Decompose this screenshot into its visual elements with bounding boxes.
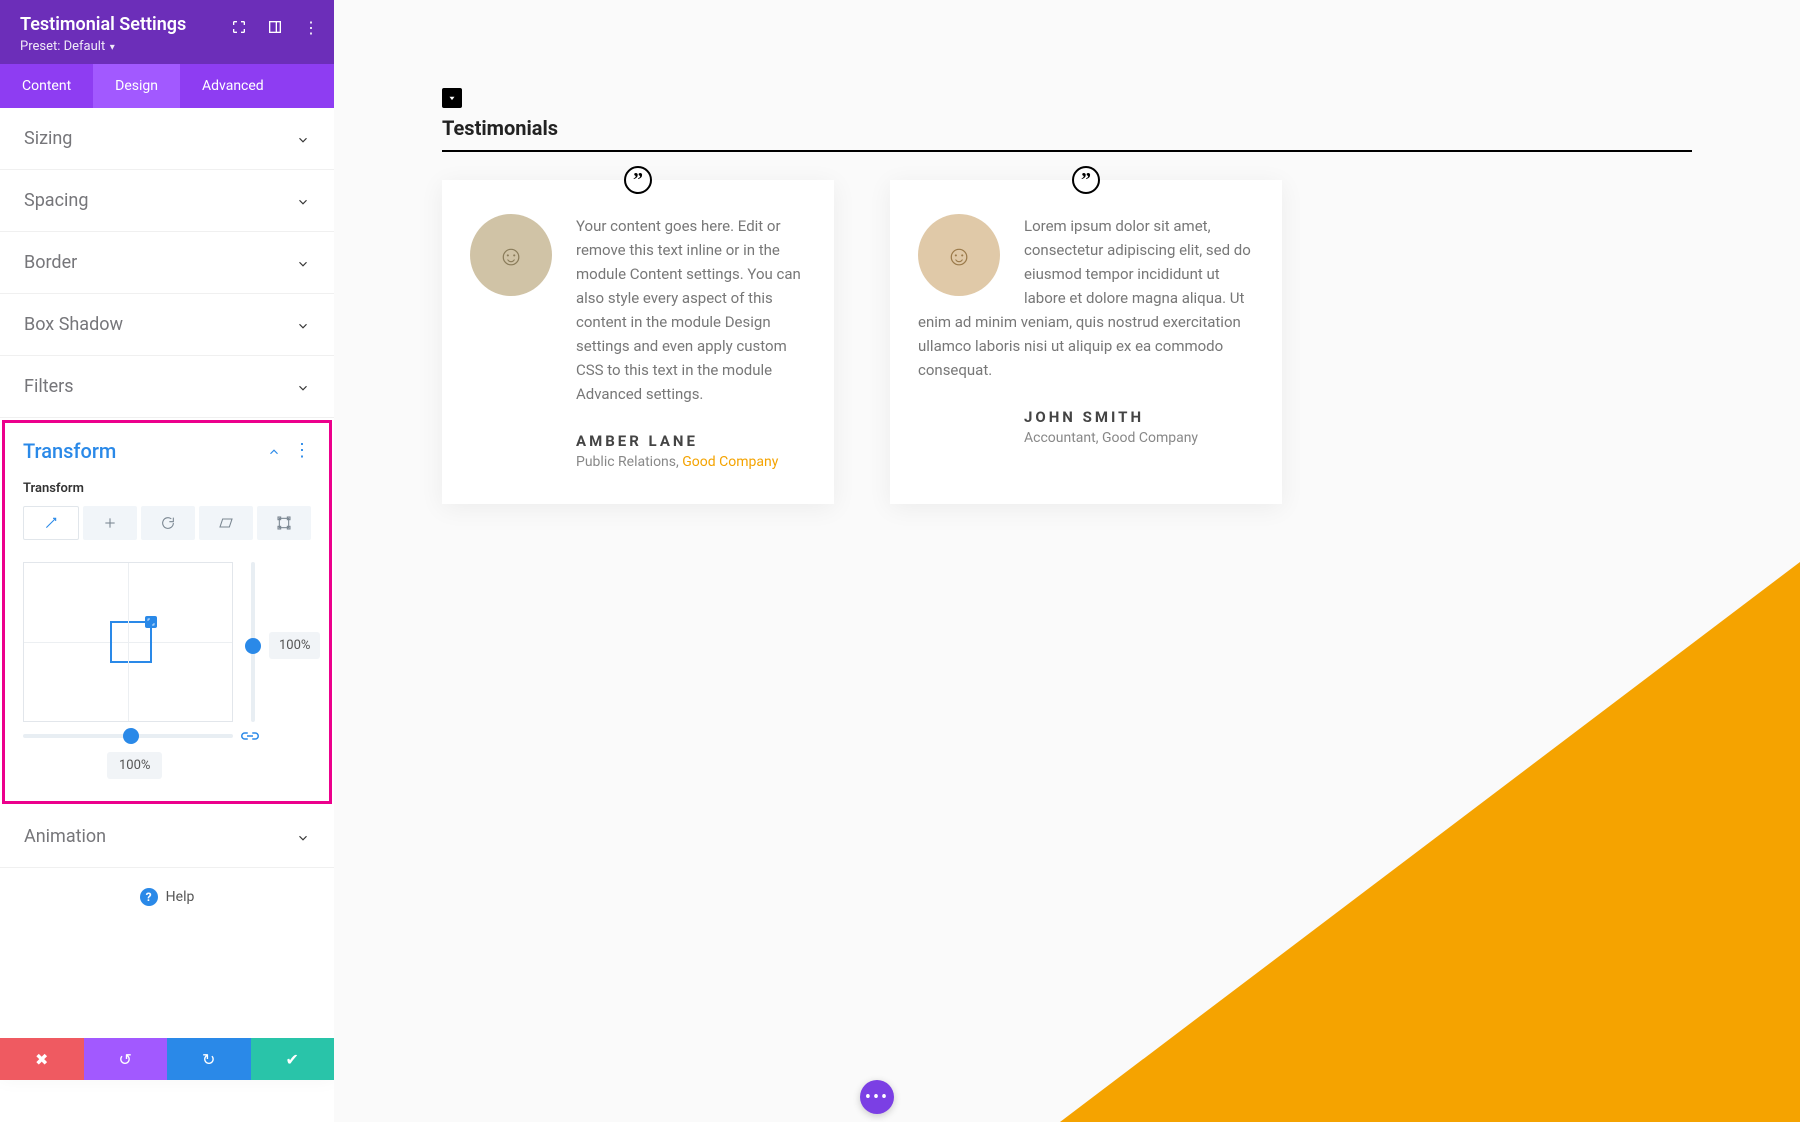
transform-sub-label: Transform <box>23 481 311 496</box>
transform-grid[interactable] <box>23 562 233 722</box>
preset-selector[interactable]: Preset: Default ▾ <box>20 39 314 54</box>
testimonial-name: AMBER LANE <box>576 432 806 450</box>
vertical-scale-slider[interactable]: 100% <box>243 562 263 722</box>
transform-header[interactable]: Transform ⋮ <box>23 439 311 463</box>
transform-box[interactable] <box>110 621 152 663</box>
design-sections: Sizing Spacing Border Box Shadow Filters… <box>0 108 334 1080</box>
transform-translate-tab[interactable] <box>83 506 137 540</box>
horizontal-scale-slider[interactable] <box>23 726 233 746</box>
module-actions-fab[interactable]: ••• <box>860 1080 894 1114</box>
section-transform: Transform ⋮ Transform <box>2 420 332 804</box>
undo-button[interactable]: ↺ <box>84 1038 168 1080</box>
caret-down-icon: ▾ <box>107 42 115 53</box>
section-box-shadow[interactable]: Box Shadow <box>0 294 334 356</box>
transform-tool-tabs <box>23 506 311 540</box>
transform-skew-tab[interactable] <box>199 506 253 540</box>
panel-footer: ✖ ↺ ↻ ✔ <box>0 1038 334 1080</box>
title-underline <box>442 150 1692 152</box>
transform-origin-tab[interactable] <box>257 506 311 540</box>
company-text: Good Company <box>1102 430 1198 446</box>
transform-scale-tab[interactable] <box>23 506 79 540</box>
quote-icon: ” <box>1072 166 1100 194</box>
avatar: ☺ <box>470 214 552 296</box>
chevron-up-icon[interactable] <box>267 444 281 458</box>
testimonial-name: JOHN SMITH <box>1024 408 1254 426</box>
chevron-down-icon <box>296 132 310 146</box>
transform-rotate-tab[interactable] <box>141 506 195 540</box>
testimonial-role: Accountant, Good Company <box>1024 430 1254 446</box>
horizontal-scale-value: 100% <box>107 752 162 779</box>
chevron-down-icon <box>296 318 310 332</box>
section-animation[interactable]: Animation <box>0 806 334 868</box>
vertical-scale-value: 100% <box>269 632 320 659</box>
slider-thumb[interactable] <box>123 728 139 744</box>
chevron-down-icon <box>296 194 310 208</box>
dock-icon[interactable] <box>266 18 284 36</box>
chevron-down-icon <box>296 380 310 394</box>
testimonial-card[interactable]: ” ☺ Lorem ipsum dolor sit amet, consecte… <box>890 180 1282 504</box>
save-button[interactable]: ✔ <box>251 1038 335 1080</box>
link-axes-icon[interactable] <box>241 727 259 746</box>
help-icon: ? <box>140 888 158 906</box>
section-filters[interactable]: Filters <box>0 356 334 418</box>
chevron-down-icon <box>296 256 310 270</box>
section-sizing[interactable]: Sizing <box>0 108 334 170</box>
more-icon[interactable]: ⋮ <box>302 18 320 36</box>
tab-design[interactable]: Design <box>93 64 180 108</box>
testimonial-cards: ” ☺ Your content goes here. Edit or remo… <box>442 180 1282 504</box>
cancel-button[interactable]: ✖ <box>0 1038 84 1080</box>
section-spacing[interactable]: Spacing <box>0 170 334 232</box>
testimonial-text: Your content goes here. Edit or remove t… <box>576 214 806 406</box>
quote-icon: ” <box>624 166 652 194</box>
chevron-down-icon <box>296 830 310 844</box>
settings-tabs: Content Design Advanced <box>0 64 334 108</box>
avatar: ☺ <box>918 214 1000 296</box>
company-link[interactable]: Good Company <box>682 454 778 470</box>
testimonial-card[interactable]: ” ☺ Your content goes here. Edit or remo… <box>442 180 834 504</box>
more-icon[interactable]: ⋮ <box>293 442 311 460</box>
settings-panel: Testimonial Settings Preset: Default ▾ ⋮… <box>0 0 334 1080</box>
redo-button[interactable]: ↻ <box>167 1038 251 1080</box>
collapse-toggle[interactable] <box>442 88 462 108</box>
resize-handle-icon[interactable] <box>145 616 157 628</box>
section-header: Testimonials <box>442 88 1692 152</box>
tab-content[interactable]: Content <box>0 64 93 108</box>
focus-icon[interactable] <box>230 18 248 36</box>
testimonial-role: Public Relations, Good Company <box>576 454 806 470</box>
transform-canvas-area: 100% <box>23 562 311 722</box>
tab-advanced[interactable]: Advanced <box>180 64 286 108</box>
panel-header-actions: ⋮ <box>230 18 320 36</box>
panel-header: Testimonial Settings Preset: Default ▾ ⋮ <box>0 0 334 64</box>
decorative-triangle <box>1060 562 1800 1122</box>
help-link[interactable]: ? Help <box>0 868 334 926</box>
page-canvas: Testimonials ” ☺ Your content goes here.… <box>334 0 1800 1122</box>
section-border[interactable]: Border <box>0 232 334 294</box>
slider-thumb[interactable] <box>245 638 261 654</box>
section-title: Testimonials <box>442 116 1692 140</box>
